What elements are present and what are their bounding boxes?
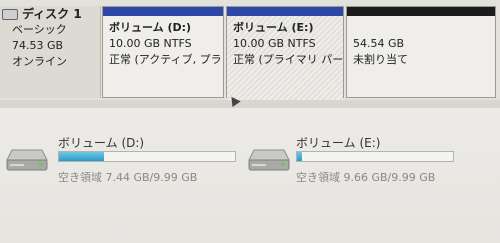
- volume-d-usage-fill: [59, 152, 104, 161]
- hard-drive-icon: [6, 149, 48, 171]
- partition-e-bar: [227, 7, 343, 16]
- volume-e-name: ボリューム (E:): [296, 136, 381, 150]
- partition-d-size: 10.00 GB NTFS: [109, 37, 192, 50]
- partition-unallocated-bar: [347, 7, 495, 16]
- volume-e-usage-bar: [296, 151, 454, 162]
- volume-e-usage-fill: [297, 152, 303, 161]
- disk-size: 74.53 GB: [12, 39, 64, 52]
- partition-d-status: 正常 (アクティブ, プラ: [109, 53, 222, 66]
- partition-e-size: 10.00 GB NTFS: [233, 37, 316, 50]
- disk-info-cell[interactable]: ディスク 1 ベーシック 74.53 GB オンライン: [0, 6, 101, 98]
- partition-d-bar: [103, 7, 223, 16]
- partition-unallocated[interactable]: 54.54 GB 未割り当て: [346, 6, 496, 98]
- partition-e[interactable]: ボリューム (E:) 10.00 GB NTFS 正常 (プライマリ パー: [226, 6, 344, 100]
- hard-drive-icon: [248, 149, 290, 171]
- volume-tile-panel: ボリューム (D:) 空き領域 7.44 GB/9.99 GB ボリューム (E…: [0, 108, 500, 243]
- partition-unallocated-name: [353, 20, 489, 36]
- disk-title-row: ディスク 1: [0, 6, 100, 22]
- partition-e-status: 正常 (プライマリ パー: [233, 53, 343, 66]
- volume-d-name: ボリューム (D:): [58, 136, 145, 150]
- partition-d[interactable]: ボリューム (D:) 10.00 GB NTFS 正常 (アクティブ, プラ: [102, 6, 224, 98]
- volume-d-usage-bar: [58, 151, 236, 162]
- volume-e-free-space: 空き領域 9.66 GB/9.99 GB: [296, 171, 436, 184]
- partition-list: ボリューム (D:) 10.00 GB NTFS 正常 (アクティブ, プラ ボ…: [102, 0, 500, 100]
- partition-unallocated-size: 54.54 GB: [353, 37, 405, 50]
- disk-icon: [2, 8, 18, 20]
- volume-tile-e[interactable]: ボリューム (E:) 空き領域 9.66 GB/9.99 GB: [248, 128, 488, 208]
- volume-tile-d[interactable]: ボリューム (D:) 空き領域 7.44 GB/9.99 GB: [6, 128, 246, 208]
- disk-type: ベーシック: [12, 23, 67, 36]
- volume-d-free-space: 空き領域 7.44 GB/9.99 GB: [58, 171, 198, 184]
- partition-d-name: ボリューム (D:): [109, 21, 192, 34]
- partition-e-name: ボリューム (E:): [233, 21, 314, 34]
- disk-status: オンライン: [12, 55, 67, 68]
- disk-map-panel: ディスク 1 ベーシック 74.53 GB オンライン ボリューム (D:) 1…: [0, 0, 500, 108]
- partition-unallocated-status: 未割り当て: [353, 53, 408, 66]
- disk-title: ディスク 1: [22, 7, 82, 21]
